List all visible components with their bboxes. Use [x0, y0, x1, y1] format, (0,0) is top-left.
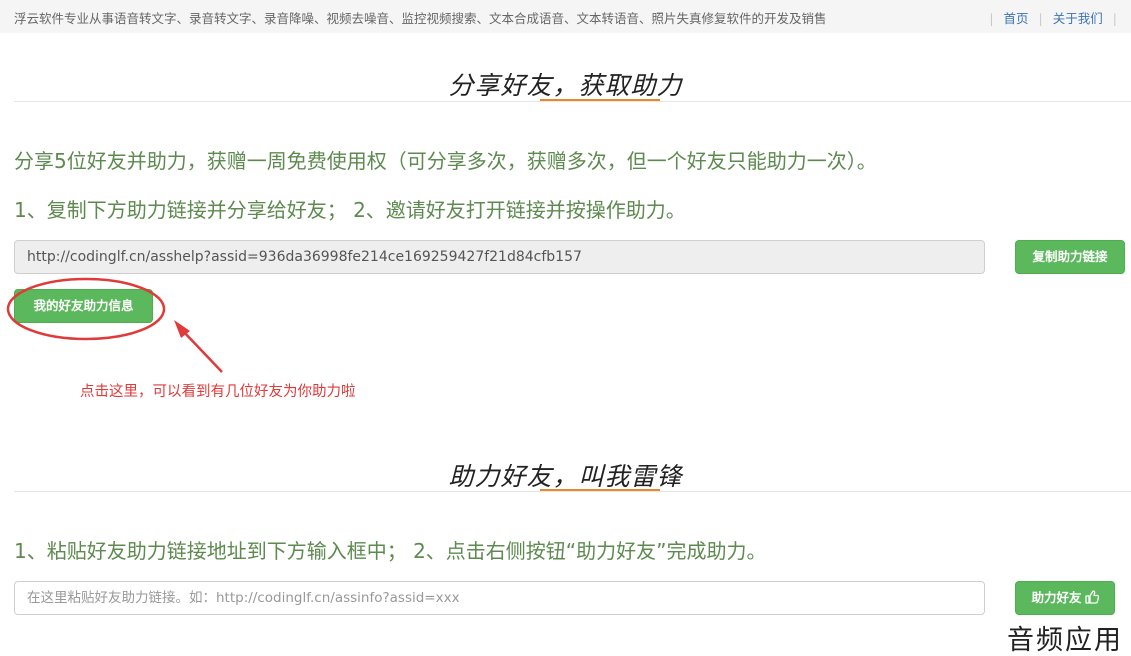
annotation-ellipse — [6, 277, 166, 341]
help-section-divider — [14, 491, 1131, 492]
annotation-arrow-line — [181, 329, 223, 373]
annotation-text: 点击这里，可以看到有几位好友为你助力啦 — [80, 384, 356, 400]
friend-link-input[interactable] — [14, 581, 985, 615]
help-section-title: 助力好友，叫我雷锋 — [448, 462, 683, 491]
help-friend-button-label: 助力好友 — [1031, 590, 1082, 605]
help-friend-button[interactable]: 助力好友 — [1015, 581, 1115, 615]
help-steps-text: 1、粘贴好友助力链接地址到下方输入框中； 2、点击右侧按钮“助力好友”完成助力。 — [14, 539, 767, 563]
watermark-text: 音频应用 — [1007, 625, 1123, 656]
thumbs-up-icon — [1084, 584, 1099, 616]
